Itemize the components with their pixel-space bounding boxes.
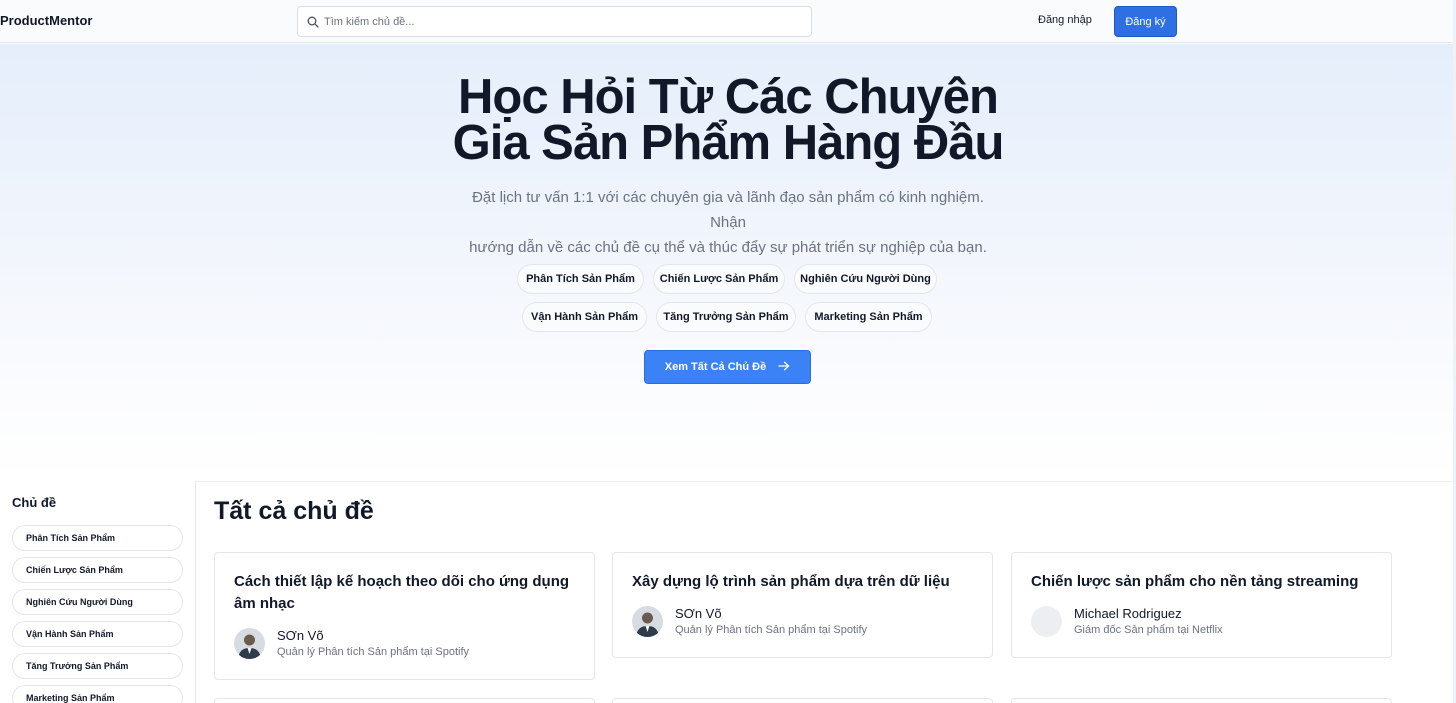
chip-product-analytics[interactable]: Phân Tích Sản Phẩm bbox=[517, 264, 644, 294]
arrow-right-icon bbox=[778, 361, 790, 374]
author-avatar-placeholder bbox=[1031, 606, 1062, 637]
all-topics-heading: Tất cả chủ đề bbox=[214, 497, 374, 525]
chip-user-research[interactable]: Nghiên Cứu Người Dùng bbox=[794, 264, 937, 294]
topic-card-title: Chiến lược sản phẩm cho nền tảng streami… bbox=[1031, 573, 1359, 590]
hero-title-line-2: Gia Sản Phẩm Hàng Đầu bbox=[452, 116, 1005, 170]
view-all-topics-button[interactable]: Xem Tất Cả Chủ Đề bbox=[644, 350, 811, 384]
chip-product-marketing[interactable]: Marketing Sản Phẩm bbox=[805, 302, 932, 332]
chip-product-growth[interactable]: Tăng Trưởng Sản Phẩm bbox=[656, 302, 796, 332]
hero-section: Học Hỏi Từ Các Chuyên Gia Sản Phẩm Hàng … bbox=[0, 44, 1456, 481]
topic-card[interactable] bbox=[214, 698, 595, 703]
topic-card[interactable] bbox=[1011, 698, 1392, 703]
sidebar-title: Chủ đề bbox=[12, 495, 57, 510]
author-role: Quản lý Phân tích Sản phẩm tại Spotify bbox=[675, 624, 868, 636]
sidebar-item-product-operations[interactable]: Vận Hành Sản Phẩm bbox=[12, 621, 183, 647]
topic-card[interactable]: Chiến lược sản phẩm cho nền tảng streami… bbox=[1011, 552, 1392, 658]
topic-card[interactable]: Xây dựng lộ trình sản phẩm dựa trên dữ l… bbox=[612, 552, 993, 658]
top-navbar: ProductMentor Đăng nhập Đăng ký bbox=[0, 0, 1456, 43]
author-name: Michael Rodriguez bbox=[1074, 606, 1182, 621]
topic-card-title: Cách thiết lập kế hoạch theo dõi cho ứng… bbox=[234, 573, 570, 612]
signup-button[interactable]: Đăng ký bbox=[1114, 6, 1177, 37]
hero-subtitle-line-1: Đặt lịch tư vấn 1:1 với các chuyên gia v… bbox=[472, 189, 984, 231]
topics-sidebar: Chủ đề Phân Tích Sản Phẩm Chiến Lược Sản… bbox=[0, 481, 196, 703]
login-link[interactable]: Đăng nhập bbox=[1038, 14, 1092, 26]
author-avatar bbox=[234, 628, 265, 659]
brand-logo[interactable]: ProductMentor bbox=[0, 13, 92, 28]
search-input[interactable] bbox=[324, 15, 794, 28]
hero-title: Học Hỏi Từ Các Chuyên Gia Sản Phẩm Hàng … bbox=[0, 70, 1456, 170]
author-name: SƠn Võ bbox=[277, 628, 324, 643]
view-all-topics-label: Xem Tất Cả Chủ Đề bbox=[664, 361, 767, 373]
author-role: Quản lý Phân tích Sản phẩm tại Spotify bbox=[277, 646, 470, 658]
search-bar[interactable] bbox=[297, 6, 812, 37]
topic-card[interactable]: Cách thiết lập kế hoạch theo dõi cho ứng… bbox=[214, 552, 595, 680]
sidebar-item-product-marketing[interactable]: Marketing Sản Phẩm bbox=[12, 685, 183, 703]
hero-subtitle: Đặt lịch tư vấn 1:1 với các chuyên gia v… bbox=[468, 185, 988, 260]
search-icon bbox=[306, 15, 320, 29]
topic-card[interactable] bbox=[612, 698, 993, 703]
sidebar-item-product-strategy[interactable]: Chiến Lược Sản Phẩm bbox=[12, 557, 183, 583]
hero-subtitle-line-2: hướng dẫn về các chủ đề cụ thể và thúc đ… bbox=[469, 239, 987, 256]
section-divider bbox=[196, 481, 1456, 482]
chip-product-strategy[interactable]: Chiến Lược Sản Phẩm bbox=[653, 264, 785, 294]
sidebar-item-product-analytics[interactable]: Phân Tích Sản Phẩm bbox=[12, 525, 183, 551]
hero-title-line-1: Học Hỏi Từ Các Chuyên bbox=[458, 70, 999, 124]
chip-product-operations[interactable]: Vận Hành Sản Phẩm bbox=[522, 302, 647, 332]
sidebar-item-product-growth[interactable]: Tăng Trưởng Sản Phẩm bbox=[12, 653, 183, 679]
sidebar-item-user-research[interactable]: Nghiên Cứu Người Dùng bbox=[12, 589, 183, 615]
author-name: SƠn Võ bbox=[675, 606, 722, 621]
author-role: Giám đốc Sản phẩm tại Netflix bbox=[1074, 624, 1223, 636]
topic-card-title: Xây dựng lộ trình sản phẩm dựa trên dữ l… bbox=[632, 573, 950, 590]
author-avatar bbox=[632, 606, 663, 637]
